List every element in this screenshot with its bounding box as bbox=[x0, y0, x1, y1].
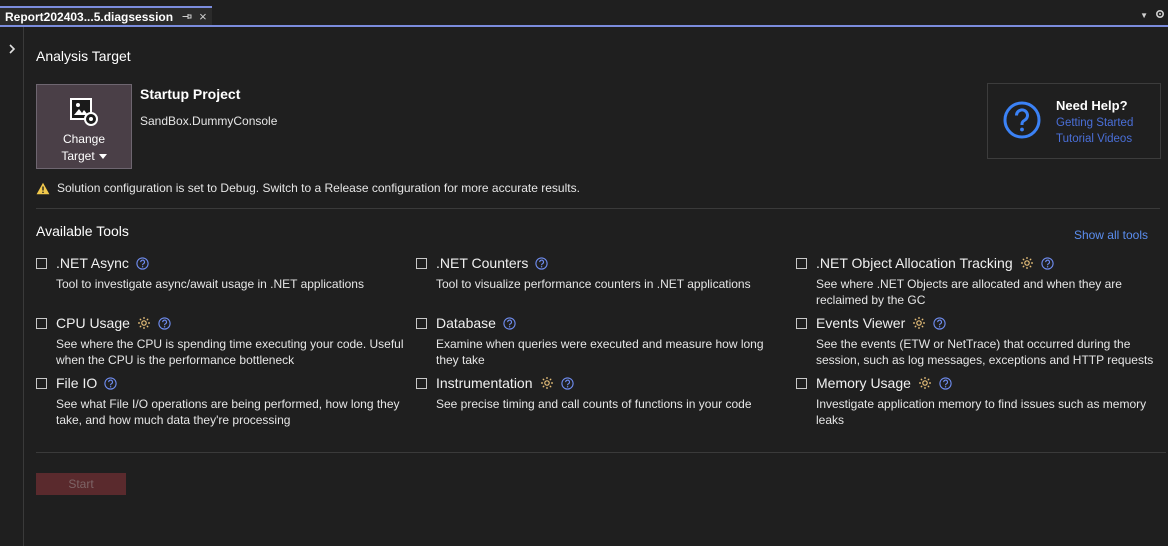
tool-header: CPU Usage bbox=[36, 315, 406, 331]
help-question-icon bbox=[1002, 100, 1042, 140]
main-panel: Analysis Target Change Target Startup Pr… bbox=[24, 27, 1168, 546]
question-mark-icon[interactable] bbox=[933, 316, 946, 330]
change-target-label: Change Target bbox=[61, 132, 107, 163]
tool-memory-usage: Memory Usage Investigate application memo… bbox=[796, 375, 1166, 428]
tool-checkbox-file-io[interactable] bbox=[36, 377, 47, 389]
tool-events-viewer: Events Viewer See the events (ETW or NetT… bbox=[796, 315, 1166, 368]
need-help-title: Need Help? bbox=[1056, 98, 1128, 113]
need-help-panel: Need Help? Getting Started Tutorial Vide… bbox=[987, 83, 1161, 159]
tool-header: File IO bbox=[36, 375, 406, 391]
tool-description: Tool to visualize performance counters i… bbox=[436, 277, 751, 291]
tool-header: .NET Counters bbox=[416, 255, 786, 271]
startup-project-title: Startup Project bbox=[140, 86, 241, 102]
tool-name: Database bbox=[436, 315, 496, 331]
tool-description: See the events (ETW or NetTrace) that oc… bbox=[816, 337, 1154, 367]
startup-project-name: SandBox.DummyConsole bbox=[140, 114, 278, 128]
tool-instrumentation: Instrumentation See precise timing and ca… bbox=[416, 375, 786, 412]
question-mark-icon[interactable] bbox=[503, 316, 516, 330]
question-mark-icon[interactable] bbox=[1040, 256, 1054, 270]
tool-name: CPU Usage bbox=[56, 315, 130, 331]
tool-description: See where .NET Objects are allocated and… bbox=[816, 277, 1122, 307]
tool-name: Events Viewer bbox=[816, 315, 906, 331]
gear-icon bbox=[912, 316, 926, 330]
tool-checkbox-memory-usage[interactable] bbox=[796, 377, 807, 389]
question-mark-icon[interactable] bbox=[535, 256, 548, 270]
document-tab-title: Report202403...5.diagsession bbox=[5, 9, 174, 24]
tool-name: .NET Object Allocation Tracking bbox=[816, 255, 1013, 271]
tutorial-videos-link[interactable]: Tutorial Videos bbox=[1056, 133, 1132, 145]
question-mark-icon[interactable] bbox=[560, 376, 574, 390]
tool-header: .NET Async bbox=[36, 255, 406, 271]
tool-file-io: File IO See what File I/O operations are … bbox=[36, 375, 406, 428]
gear-icon bbox=[540, 376, 554, 390]
available-tools-heading: Available Tools bbox=[36, 223, 129, 239]
question-mark-icon[interactable] bbox=[136, 256, 149, 270]
question-mark-icon[interactable] bbox=[104, 376, 117, 390]
analysis-target-heading: Analysis Target bbox=[36, 48, 131, 64]
tool-cpu-usage: CPU Usage See where the CPU is spending t… bbox=[36, 315, 406, 368]
tool-name: .NET Counters bbox=[436, 255, 529, 271]
tool-net-object-allocation-tracking: .NET Object Allocation Tracking See where… bbox=[796, 255, 1166, 308]
getting-started-link[interactable]: Getting Started bbox=[1056, 117, 1133, 129]
tool-checkbox-instrumentation[interactable] bbox=[416, 377, 427, 389]
close-icon[interactable]: × bbox=[199, 10, 207, 23]
left-gutter bbox=[0, 27, 24, 546]
gear-icon bbox=[1020, 256, 1034, 270]
question-mark-icon[interactable] bbox=[158, 316, 171, 330]
chevron-right-icon[interactable] bbox=[7, 43, 17, 55]
tool-description: Tool to investigate async/await usage in… bbox=[56, 277, 364, 291]
tool-description: See what File I/O operations are being p… bbox=[56, 397, 400, 427]
tool-header: .NET Object Allocation Tracking bbox=[796, 255, 1166, 271]
start-button[interactable]: Start bbox=[36, 473, 126, 495]
tool-checkbox-events-viewer[interactable] bbox=[796, 317, 807, 329]
tool-header: Events Viewer bbox=[796, 315, 1166, 331]
tool-header: Database bbox=[416, 315, 786, 331]
target-settings-icon bbox=[69, 97, 99, 127]
tool-net-counters: .NET Counters Tool to visualize performan… bbox=[416, 255, 786, 292]
tool-header: Instrumentation bbox=[416, 375, 786, 391]
tool-name: .NET Async bbox=[56, 255, 129, 271]
tool-checkbox-net-object-allocation-tracking[interactable] bbox=[796, 257, 807, 269]
tool-name: Instrumentation bbox=[436, 375, 533, 391]
gear-icon bbox=[137, 316, 151, 330]
tool-description: Examine when queries were executed and m… bbox=[436, 337, 764, 367]
tool-description: Investigate application memory to find i… bbox=[816, 397, 1147, 427]
show-all-tools-link[interactable]: Show all tools bbox=[1074, 228, 1148, 242]
document-tab[interactable]: Report202403...5.diagsession × bbox=[0, 6, 212, 25]
document-tab-strip: Report202403...5.diagsession × ▼ bbox=[0, 0, 1168, 27]
gear-icon bbox=[918, 376, 932, 390]
tool-name: Memory Usage bbox=[816, 375, 911, 391]
pin-icon[interactable] bbox=[181, 11, 193, 23]
settings-gear-icon[interactable] bbox=[1154, 8, 1166, 20]
tool-description: See where the CPU is spending time execu… bbox=[56, 337, 404, 367]
tab-list-dropdown-icon[interactable]: ▼ bbox=[1140, 11, 1148, 20]
caret-down-icon bbox=[98, 154, 107, 160]
tool-checkbox-cpu-usage[interactable] bbox=[36, 317, 47, 329]
tool-name: File IO bbox=[56, 375, 98, 391]
divider bbox=[36, 452, 1166, 453]
divider bbox=[36, 208, 1160, 209]
tool-checkbox-net-counters[interactable] bbox=[416, 257, 427, 269]
question-mark-icon[interactable] bbox=[939, 376, 952, 390]
configuration-warning: Solution configuration is set to Debug. … bbox=[36, 181, 580, 195]
tool-checkbox-database[interactable] bbox=[416, 317, 427, 329]
tool-net-async: .NET Async Tool to investigate async/awai… bbox=[36, 255, 406, 292]
warning-icon bbox=[36, 182, 50, 195]
change-target-button[interactable]: Change Target bbox=[36, 84, 132, 169]
tool-database: Database Examine when queries were execut… bbox=[416, 315, 786, 368]
tool-description: See precise timing and call counts of fu… bbox=[436, 397, 752, 411]
tool-checkbox-net-async[interactable] bbox=[36, 257, 47, 269]
tool-header: Memory Usage bbox=[796, 375, 1166, 391]
